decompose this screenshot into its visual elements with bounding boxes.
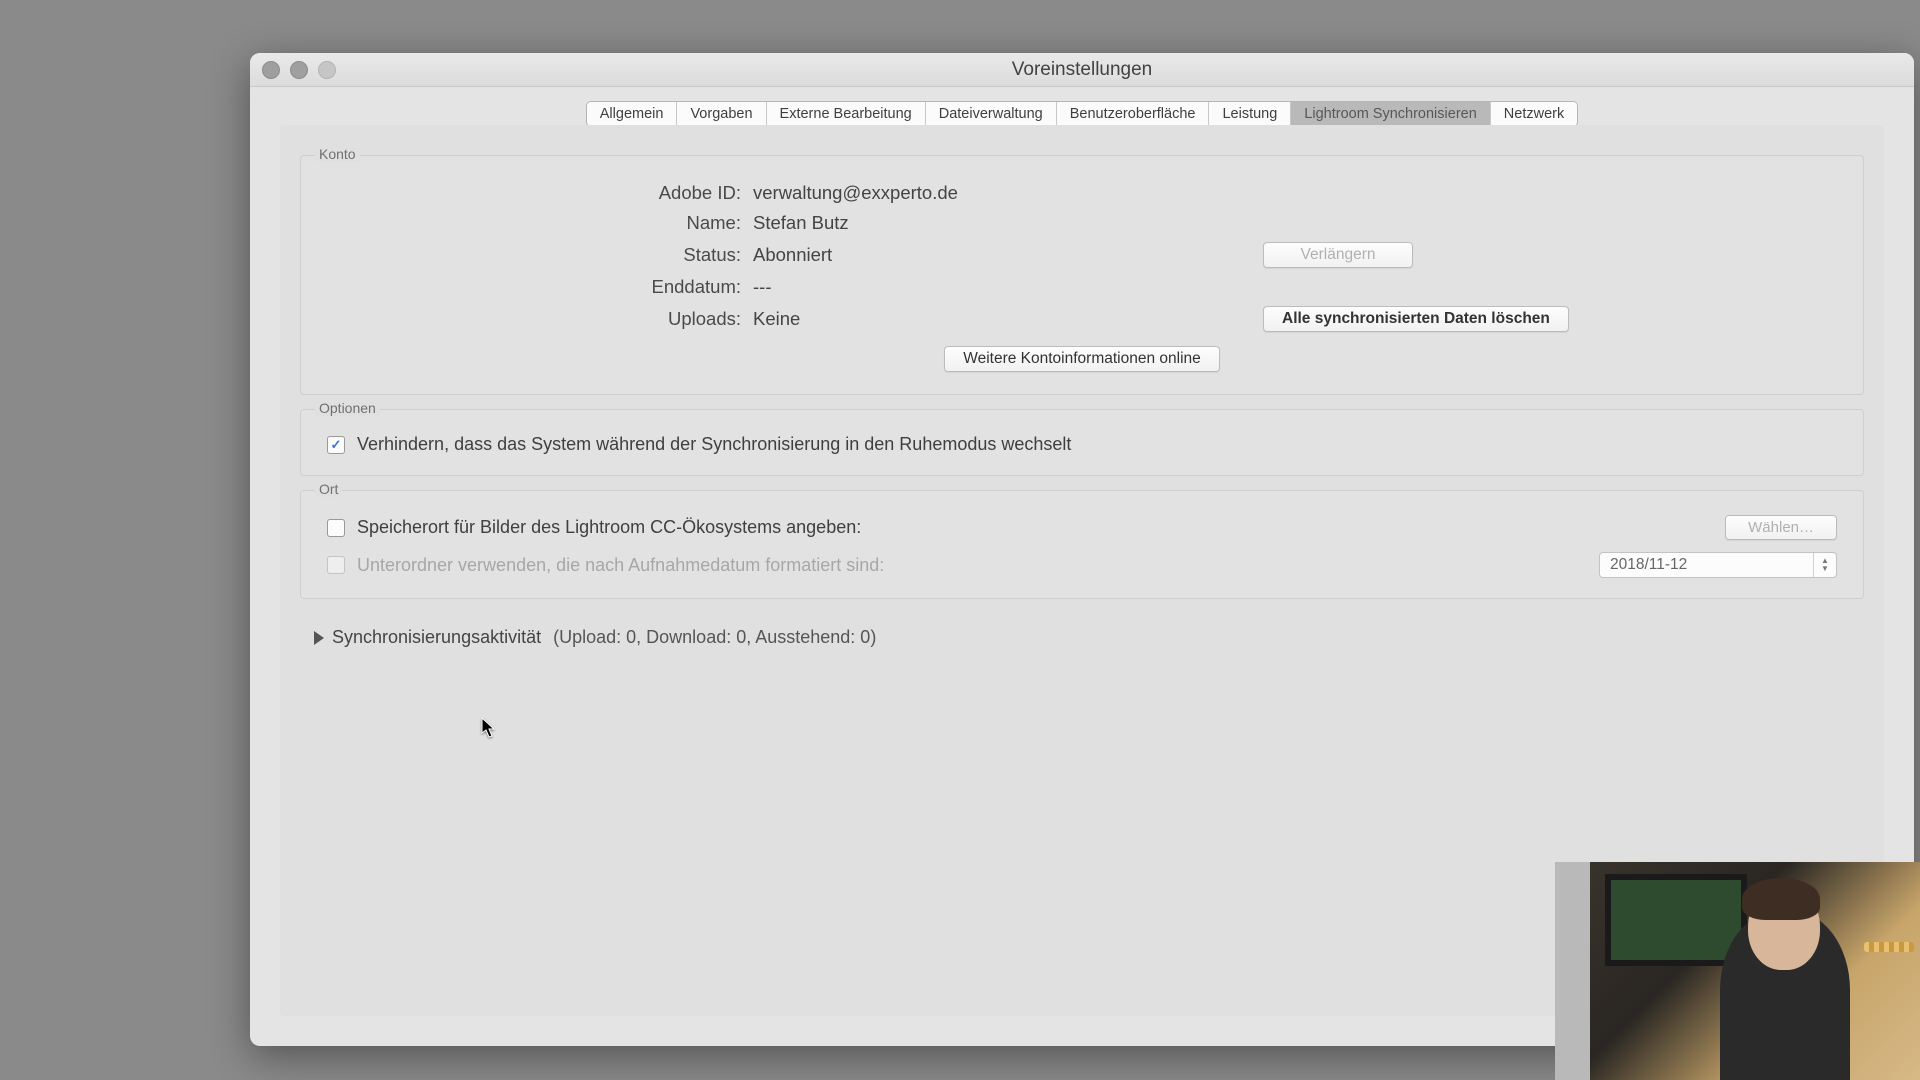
- name-label: Name:: [331, 212, 753, 234]
- specify-location-checkbox[interactable]: [327, 519, 345, 537]
- prevent-sleep-label: Verhindern, dass das System während der …: [357, 434, 1071, 455]
- enddatum-label: Enddatum:: [331, 276, 753, 298]
- renew-button: Verlängern: [1263, 242, 1413, 268]
- prevent-sleep-checkbox[interactable]: [327, 436, 345, 454]
- date-format-select: 2018/11-12 ▲▼: [1599, 552, 1837, 578]
- delete-sync-data-button[interactable]: Alle synchronisierten Daten löschen: [1263, 306, 1569, 332]
- specify-location-label: Speicherort für Bilder des Lightroom CC-…: [357, 517, 861, 538]
- adobe-id-label: Adobe ID:: [331, 182, 753, 204]
- konto-group: Konto Adobe ID: verwaltung@exxperto.de N…: [300, 155, 1864, 395]
- tab-allgemein[interactable]: Allgemein: [587, 102, 678, 126]
- tab-strip: Allgemein Vorgaben Externe Bearbeitung D…: [586, 101, 1578, 127]
- use-subfolders-label: Unterordner verwenden, die nach Aufnahme…: [357, 555, 884, 576]
- uploads-label: Uploads:: [331, 308, 753, 330]
- zoom-icon: [318, 61, 336, 79]
- tab-externe-bearbeitung[interactable]: Externe Bearbeitung: [767, 102, 926, 126]
- more-account-info-button[interactable]: Weitere Kontoinformationen online: [944, 346, 1220, 372]
- status-value: Abonniert: [753, 244, 1133, 266]
- titlebar: Voreinstellungen: [250, 53, 1914, 87]
- sync-activity-counts: (Upload: 0, Download: 0, Ausstehend: 0): [553, 627, 876, 648]
- minimize-icon[interactable]: [290, 61, 308, 79]
- optionen-group-label: Optionen: [315, 400, 380, 416]
- tab-vorgaben[interactable]: Vorgaben: [677, 102, 766, 126]
- webcam-overlay: [1555, 862, 1920, 1080]
- tab-netzwerk[interactable]: Netzwerk: [1491, 102, 1577, 126]
- ort-group-label: Ort: [315, 481, 342, 497]
- sync-activity-label: Synchronisierungsaktivität: [332, 627, 541, 648]
- uploads-value: Keine: [753, 308, 1133, 330]
- tab-leistung[interactable]: Leistung: [1209, 102, 1291, 126]
- window-title: Voreinstellungen: [1012, 59, 1153, 81]
- optionen-group: Optionen Verhindern, dass das System wäh…: [300, 409, 1864, 476]
- adobe-id-value: verwaltung@exxperto.de: [753, 182, 1133, 204]
- date-format-value: 2018/11-12: [1610, 556, 1687, 574]
- tab-lightroom-sync[interactable]: Lightroom Synchronisieren: [1291, 102, 1490, 126]
- sync-activity-disclosure[interactable]: Synchronisierungsaktivität (Upload: 0, D…: [314, 627, 1884, 648]
- enddatum-value: ---: [753, 276, 1133, 298]
- close-icon[interactable]: [262, 61, 280, 79]
- choose-location-button: Wählen…: [1725, 515, 1837, 540]
- disclosure-triangle-icon: [314, 631, 324, 645]
- use-subfolders-checkbox: [327, 556, 345, 574]
- tab-dateiverwaltung[interactable]: Dateiverwaltung: [926, 102, 1057, 126]
- konto-group-label: Konto: [315, 146, 360, 162]
- chevron-up-down-icon: ▲▼: [1813, 553, 1836, 577]
- window-controls: [262, 53, 336, 86]
- ort-group: Ort Speicherort für Bilder des Lightroom…: [300, 490, 1864, 599]
- name-value: Stefan Butz: [753, 212, 1133, 234]
- tab-benutzeroberflaeche[interactable]: Benutzeroberfläche: [1057, 102, 1210, 126]
- status-label: Status:: [331, 244, 753, 266]
